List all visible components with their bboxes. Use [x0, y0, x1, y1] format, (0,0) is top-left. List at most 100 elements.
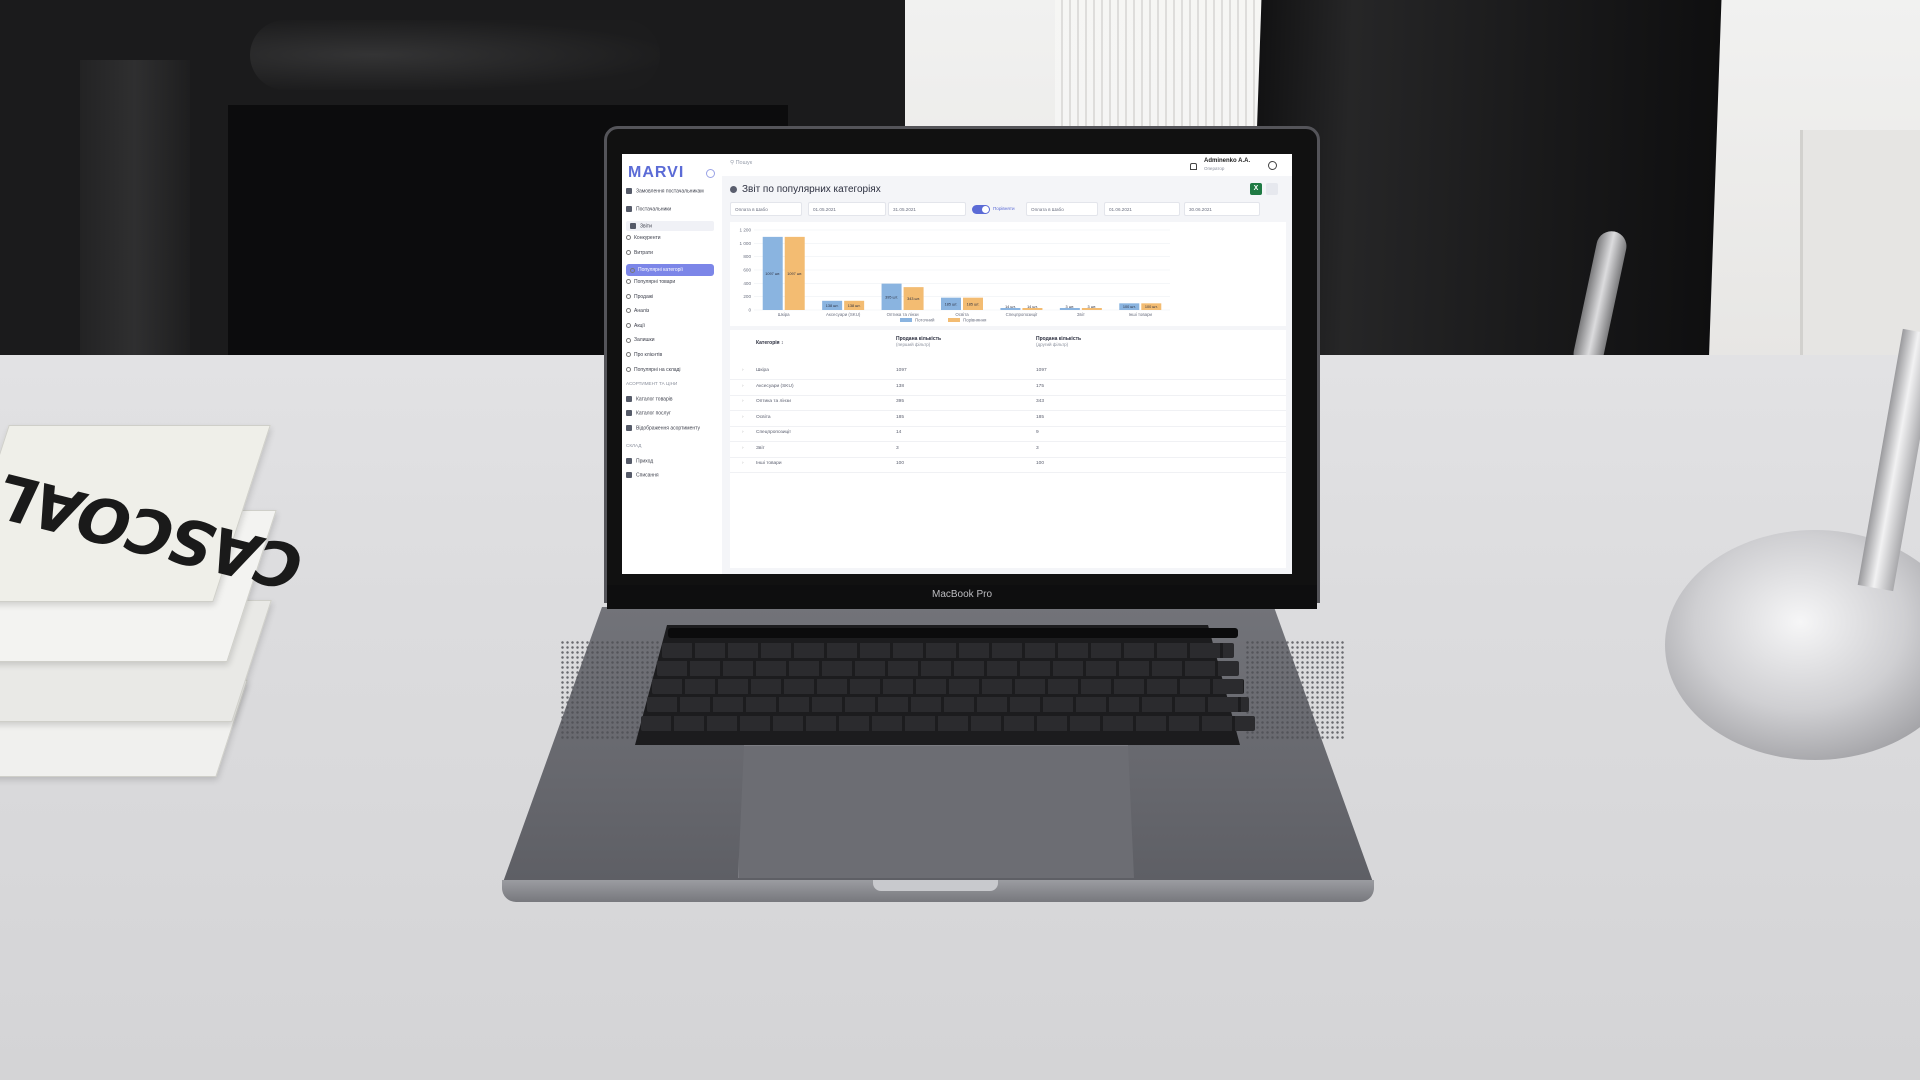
date-to-field[interactable]: 31.05.2021: [888, 202, 966, 216]
bullet-icon: [626, 352, 631, 358]
expand-chevron-icon[interactable]: ›: [742, 384, 744, 389]
x-tick-label: Шкіра: [778, 312, 790, 317]
export-excel-button[interactable]: X: [1250, 183, 1262, 195]
compare-date-to-field[interactable]: 30.06.2021: [1184, 202, 1260, 216]
key-row: [662, 643, 1234, 658]
date-from-field[interactable]: 01.05.2021: [808, 202, 886, 216]
sidebar-item[interactable]: Витрати: [626, 250, 718, 256]
app-logo[interactable]: MARVI: [628, 164, 684, 182]
table-row[interactable]: › Звіт 3 3: [730, 442, 1286, 458]
sidebar-item[interactable]: Постачальники: [626, 206, 718, 212]
table-row[interactable]: › Оптика та лінзи 395 343: [730, 395, 1286, 411]
fireplace-pillar: [80, 60, 190, 360]
user-icon: [626, 206, 632, 212]
sidebar-item-label: Популярні товари: [634, 279, 676, 285]
expand-chevron-icon[interactable]: ›: [742, 461, 744, 466]
expand-chevron-icon[interactable]: ›: [742, 415, 744, 420]
sidebar-item[interactable]: Популярні на складі: [626, 367, 718, 373]
table-row[interactable]: › Шкіра 1097 1097: [730, 364, 1286, 380]
sidebar-item[interactable]: Приход: [626, 457, 718, 464]
sidebar-item[interactable]: Списання: [626, 472, 718, 479]
data-label: 100 шт.: [1123, 305, 1136, 309]
y-tick-label: 400: [743, 281, 751, 286]
expand-chevron-icon[interactable]: ›: [742, 399, 744, 404]
sidebar-item[interactable]: Аналіз: [626, 308, 718, 314]
chart-pie-icon: [630, 222, 636, 229]
compare-toggle[interactable]: [972, 205, 990, 214]
bullet-icon: [626, 322, 631, 328]
sidebar-item[interactable]: Популярні категорії: [626, 264, 714, 277]
catalog-icon: [626, 395, 632, 402]
sidebar-item-label: АСОРТИМЕНТ ТА ЦІНИ: [626, 381, 678, 387]
sidebar-item-label: Замовлення постачальникам: [636, 188, 704, 195]
chart-card: 1 200 1 000 800 600 400 200 0 1097 шт. 1097 шт. Ш…: [730, 222, 1286, 326]
table-cell: 138: [896, 383, 905, 389]
sidebar-item-label: Відображення асортименту: [636, 425, 701, 432]
x-tick-label: Оптика та лінзи: [887, 312, 920, 317]
sidebar-item-label: Популярні категорії: [638, 267, 683, 274]
table-cell: 3: [896, 445, 899, 451]
sidebar-item-label: Каталог послуг: [636, 410, 671, 417]
expand-chevron-icon[interactable]: ›: [742, 446, 744, 451]
data-label: 343 шт.: [907, 297, 920, 301]
filter-bar: Оплата в Шабо 01.05.2021 31.05.2021 Порі…: [730, 202, 1286, 218]
touch-bar: [668, 628, 1238, 638]
sidebar-item[interactable]: Відображення асортименту: [626, 425, 718, 431]
table-cell: Оптика та лінзи: [756, 399, 791, 404]
compare-select[interactable]: Оплата в Шабо: [1026, 202, 1098, 216]
main-content: Звіт по популярних категоріях X Оплата в…: [728, 178, 1288, 570]
sidebar-item-label: Звіти: [640, 222, 652, 229]
table-row[interactable]: › Спецпропозиції 14 9: [730, 426, 1286, 442]
search-input[interactable]: ⚲ Пошук: [730, 160, 752, 166]
table-row[interactable]: › Аксесуари (SKU) 138 175: [730, 380, 1286, 396]
column-header-qty-second[interactable]: Продана кількість (другий фільтр): [1036, 336, 1081, 348]
table-cell: 1097: [896, 368, 907, 373]
x-tick-label: Аксесуари (SKU): [826, 312, 861, 317]
collapse-sidebar-icon[interactable]: [706, 169, 715, 178]
sidebar-item-label: Конкуренти: [634, 235, 661, 242]
settings-button[interactable]: [1266, 183, 1278, 195]
x-tick-label: Інші товари: [1129, 312, 1153, 317]
table-row[interactable]: › Інші товари 100 100: [730, 457, 1286, 473]
key-row: [647, 697, 1249, 712]
expand-chevron-icon[interactable]: ›: [742, 368, 744, 373]
data-label: 1097 шт.: [765, 272, 780, 276]
sidebar-item[interactable]: Акції: [626, 323, 718, 329]
screen-chin: MacBook Pro: [607, 585, 1317, 609]
data-label: 100 шт.: [1145, 305, 1158, 309]
column-header-qty-first[interactable]: Продана кількість (перший фільтр): [896, 336, 941, 348]
laptop-screen: MARVI Замовлення постачальникам Постачаль…: [622, 154, 1292, 574]
sidebar-item[interactable]: Конкуренти: [626, 235, 718, 241]
display-icon: [626, 425, 632, 431]
avatar[interactable]: [1268, 161, 1277, 170]
sidebar-item[interactable]: Каталог послуг: [626, 410, 718, 417]
data-label: 3 шт.: [1066, 305, 1075, 309]
column-header-sub: (другий фільтр): [1036, 342, 1069, 347]
services-icon: [626, 410, 632, 417]
compare-date-from-field[interactable]: 01.06.2021: [1104, 202, 1180, 216]
table-cell: 175: [1036, 383, 1045, 389]
bullet-icon: [626, 366, 631, 372]
table-row[interactable]: › Освіта 185 185: [730, 411, 1286, 427]
sidebar-item[interactable]: Звіти: [626, 220, 714, 231]
expand-chevron-icon[interactable]: ›: [742, 430, 744, 435]
user-name[interactable]: Adminenko A.A.: [1204, 158, 1250, 164]
bullet-icon: [626, 279, 631, 285]
sidebar-item[interactable]: Замовлення постачальникам: [626, 188, 718, 194]
table-cell: 185: [1036, 414, 1045, 420]
bell-icon[interactable]: [1190, 163, 1197, 170]
sidebar-item[interactable]: Каталог товарів: [626, 395, 718, 403]
search-placeholder: Пошук: [735, 160, 753, 166]
column-header-category[interactable]: Категорія ↕: [756, 340, 783, 346]
sidebar-item[interactable]: Залишки: [626, 337, 718, 343]
sort-select[interactable]: Оплата в Шабо: [730, 202, 802, 216]
fireplace-carving: [250, 20, 660, 90]
legend-swatch: [948, 318, 960, 322]
table-cell: 185: [896, 414, 905, 420]
sidebar-item[interactable]: Популярні товари: [626, 279, 718, 285]
sidebar-item[interactable]: Про клієнтів: [626, 352, 718, 358]
sidebar-item[interactable]: Продажі: [626, 294, 718, 300]
page-title: Звіт по популярних категоріях: [742, 184, 881, 195]
key-row: [657, 661, 1239, 676]
sidebar-item-label: Каталог товарів: [636, 396, 673, 403]
